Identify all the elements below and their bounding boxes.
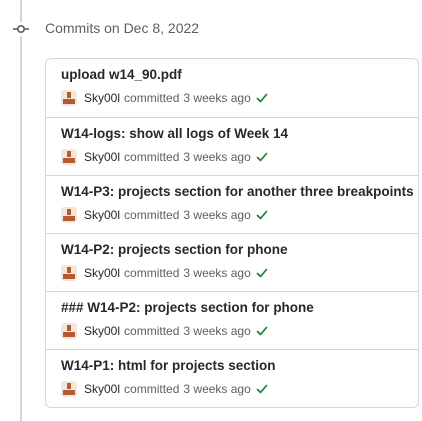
commit-action-text: committed — [124, 91, 180, 105]
commit-author-link[interactable]: Sky00l — [84, 91, 120, 105]
commit-meta: Sky00l committed 3 weeks ago — [61, 149, 269, 165]
commit-title-link[interactable]: W14-P3: projects section for another thr… — [61, 184, 414, 199]
commit-author-link[interactable]: Sky00l — [84, 382, 120, 396]
check-icon[interactable] — [255, 208, 269, 222]
avatar[interactable] — [61, 381, 77, 397]
commit-time: 3 weeks ago — [183, 382, 251, 396]
commit-author-link[interactable]: Sky00l — [84, 324, 120, 338]
commit-time: 3 weeks ago — [183, 324, 251, 338]
git-commit-icon — [13, 22, 29, 36]
commit-item: W14-logs: show all logs of Week 14 Sky00… — [46, 117, 418, 175]
avatar[interactable] — [61, 149, 77, 165]
commit-item: ### W14-P2: projects section for phone S… — [46, 291, 418, 349]
commit-time: 3 weeks ago — [183, 266, 251, 280]
commit-time: 3 weeks ago — [183, 150, 251, 164]
commit-item: W14-P3: projects section for another thr… — [46, 175, 418, 233]
commit-title-link[interactable]: W14-P2: projects section for phone — [61, 242, 288, 257]
avatar[interactable] — [61, 90, 77, 106]
commit-title-link[interactable]: upload w14_90.pdf — [61, 67, 182, 82]
commit-item: W14-P2: projects section for phone Sky00… — [46, 233, 418, 291]
commit-title-link[interactable]: W14-logs: show all logs of Week 14 — [61, 126, 288, 141]
commit-meta: Sky00l committed 3 weeks ago — [61, 90, 269, 106]
commit-action-text: committed — [124, 208, 180, 222]
commit-meta: Sky00l committed 3 weeks ago — [61, 265, 269, 281]
commit-action-text: committed — [124, 324, 180, 338]
commit-meta: Sky00l committed 3 weeks ago — [61, 207, 269, 223]
check-icon[interactable] — [255, 150, 269, 164]
commit-author-link[interactable]: Sky00l — [84, 266, 120, 280]
commit-item: W14-P1: html for projects section Sky00l… — [46, 349, 418, 407]
commit-meta: Sky00l committed 3 weeks ago — [61, 381, 269, 397]
commit-history-page: Commits on Dec 8, 2022 upload w14_90.pdf… — [0, 0, 422, 421]
commit-author-link[interactable]: Sky00l — [84, 208, 120, 222]
timeline-line — [20, 0, 22, 421]
commit-group-title: Commits on Dec 8, 2022 — [45, 20, 200, 36]
commit-title-link[interactable]: W14-P1: html for projects section — [61, 358, 276, 373]
commit-time: 3 weeks ago — [183, 208, 251, 222]
check-icon[interactable] — [255, 324, 269, 338]
commit-action-text: committed — [124, 266, 180, 280]
commit-list: upload w14_90.pdf Sky00l committed 3 wee… — [45, 58, 419, 408]
check-icon[interactable] — [255, 91, 269, 105]
commit-author-link[interactable]: Sky00l — [84, 150, 120, 164]
avatar[interactable] — [61, 207, 77, 223]
avatar[interactable] — [61, 323, 77, 339]
commit-action-text: committed — [124, 150, 180, 164]
check-icon[interactable] — [255, 382, 269, 396]
commit-title-link[interactable]: ### W14-P2: projects section for phone — [61, 300, 314, 315]
avatar[interactable] — [61, 265, 77, 281]
commit-time: 3 weeks ago — [183, 91, 251, 105]
commit-action-text: committed — [124, 382, 180, 396]
check-icon[interactable] — [255, 266, 269, 280]
commit-meta: Sky00l committed 3 weeks ago — [61, 323, 269, 339]
commit-item: upload w14_90.pdf Sky00l committed 3 wee… — [46, 59, 418, 117]
